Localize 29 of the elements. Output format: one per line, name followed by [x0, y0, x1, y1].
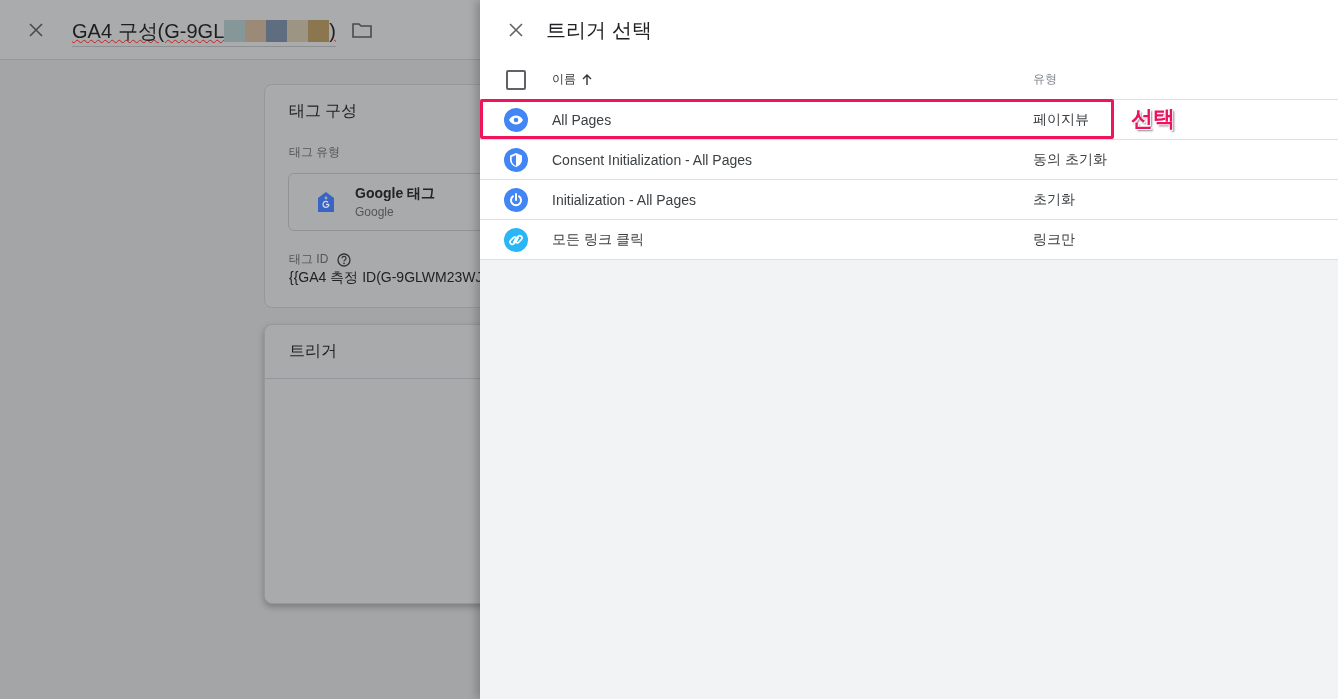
column-header[interactable]: 유형 — [1033, 71, 1057, 88]
select-all-checkbox[interactable] — [506, 69, 526, 90]
tag-name: Google 태그 — [355, 185, 436, 203]
title-text: GA4 구성(G-9GL — [72, 18, 225, 44]
trigger-name[interactable]: All Pages — [552, 111, 612, 128]
close-icon[interactable] — [29, 22, 43, 37]
sort-arrow-icon[interactable] — [582, 73, 592, 86]
card-title: 태그 구성 — [289, 101, 359, 121]
close-icon[interactable] — [509, 23, 523, 37]
panel-title: 트리거 선택 — [546, 17, 652, 43]
title-text: ) — [329, 19, 336, 43]
tag-vendor: Google — [355, 205, 395, 219]
column-header[interactable]: 이름 — [552, 71, 576, 88]
tag-icon — [318, 192, 334, 212]
trigger-type: 동의 초기화 — [1033, 150, 1107, 169]
trigger-name[interactable]: Initialization - All Pages — [552, 191, 696, 208]
folder-icon[interactable] — [351, 21, 372, 38]
trigger-type: 초기화 — [1033, 190, 1075, 209]
help-icon[interactable] — [337, 252, 352, 267]
field-label: 태그 ID — [289, 251, 329, 268]
trigger-row[interactable]: All Pages 페이지뷰 선택 — [480, 100, 1338, 140]
trigger-type: 페이지뷰 — [1033, 110, 1089, 129]
trigger-row[interactable]: Initialization - All Pages 초기화 — [480, 180, 1338, 220]
trigger-name[interactable]: Consent Initialization - All Pages — [552, 151, 752, 168]
trigger-type: 링크만 — [1033, 230, 1075, 249]
field-label: 태그 유형 — [289, 144, 342, 161]
annotation-label: 선택 — [1131, 105, 1175, 133]
trigger-row[interactable]: Consent Initialization - All Pages 동의 초기화 — [480, 140, 1338, 180]
trigger-name[interactable]: 모든 링크 클릭 — [552, 230, 644, 249]
